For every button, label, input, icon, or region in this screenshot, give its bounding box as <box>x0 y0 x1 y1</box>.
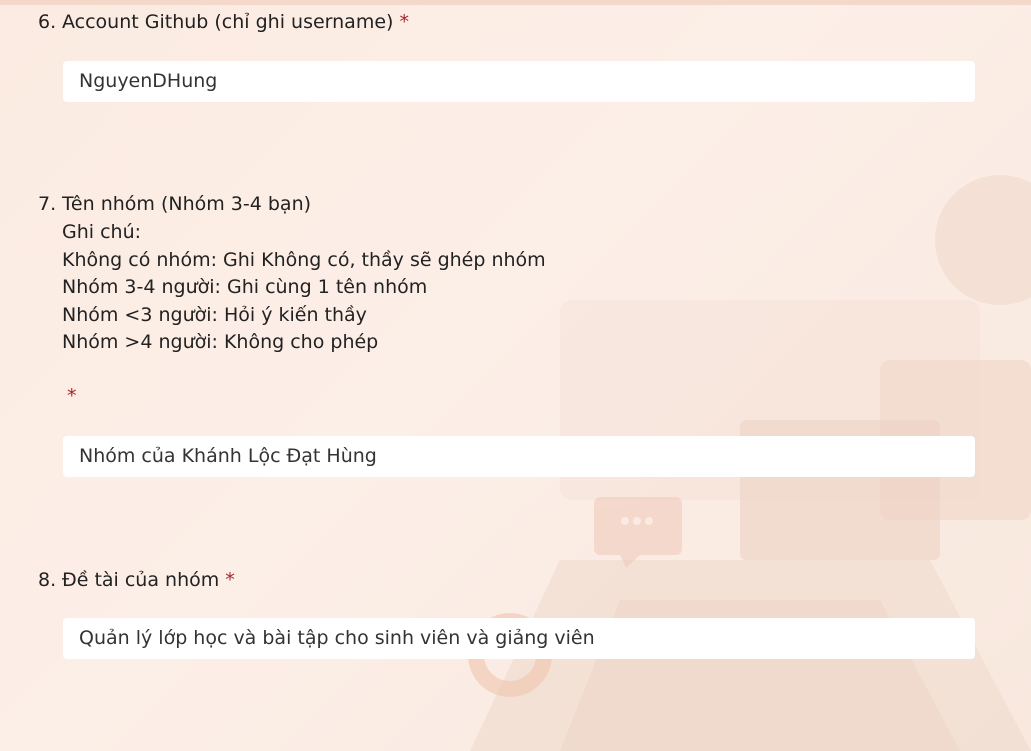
question-number: 8. <box>38 569 57 591</box>
answer-input-group-name[interactable]: Nhóm của Khánh Lộc Đạt Hùng <box>63 436 975 477</box>
question-note-line: Nhóm >4 người: Không cho phép <box>62 331 379 353</box>
required-marker: * <box>225 569 235 591</box>
question-note-line: Ghi chú: <box>62 221 142 243</box>
answer-input-github[interactable]: NguyenDHung <box>63 61 975 102</box>
question-title: Tên nhóm (Nhóm 3-4 bạn) <box>62 193 312 215</box>
question-title: Đề tài của nhóm <box>62 569 220 591</box>
required-marker: * <box>399 11 409 33</box>
form-top-border <box>0 0 1031 5</box>
required-marker: * <box>67 385 77 407</box>
question-note-line: Nhóm 3-4 người: Ghi cùng 1 tên nhóm <box>62 276 428 298</box>
question-note-line: Nhóm <3 người: Hỏi ý kiến thầy <box>62 304 367 326</box>
answer-input-topic[interactable]: Quản lý lớp học và bài tập cho sinh viên… <box>63 618 975 659</box>
question-note-line: Không có nhóm: Ghi Không có, thầy sẽ ghé… <box>62 249 546 271</box>
chat-bubble-icon <box>594 497 682 568</box>
question-number: 6. <box>38 11 57 33</box>
question-number: 7. <box>38 193 57 215</box>
question-title: Account Github (chỉ ghi username) <box>62 11 394 33</box>
